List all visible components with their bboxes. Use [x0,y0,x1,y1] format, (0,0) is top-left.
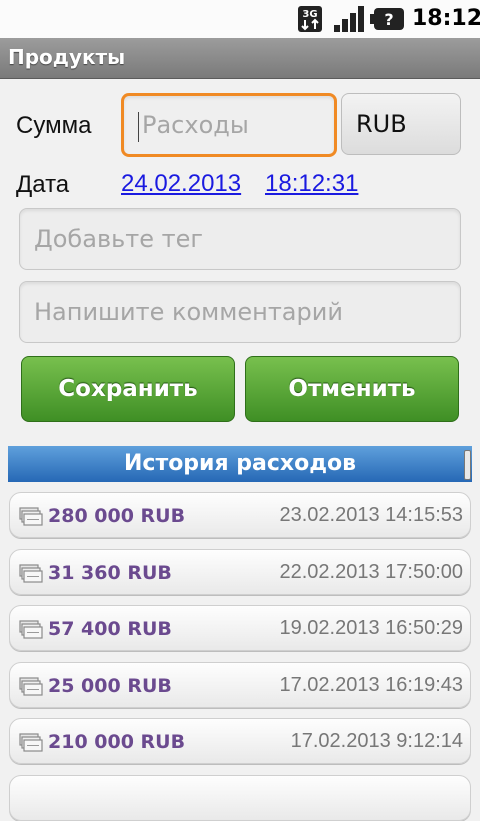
tag-input[interactable]: Добавьте тег [19,208,461,270]
history-amount: 31 360 RUB [48,562,172,584]
time-link[interactable]: 18:12:31 [265,170,358,198]
money-icon [19,733,43,752]
cancel-button[interactable]: Отменить [245,356,459,422]
amount-placeholder: Расходы [142,111,249,139]
signal-icon [334,6,364,32]
save-button[interactable]: Сохранить [21,356,235,422]
money-icon [19,677,43,696]
date-link[interactable]: 24.02.2013 [121,170,241,198]
status-bar: 3G ? 18:12 [0,0,480,38]
battery-unknown-icon: ? [370,8,404,30]
status-time: 18:12 [412,6,480,31]
money-icon [19,507,43,526]
comment-placeholder: Напишите комментарий [34,298,343,326]
history-amount: 280 000 RUB [48,505,186,527]
history-amount: 210 000 RUB [48,731,186,753]
history-datetime: 17.02.2013 16:19:43 [279,674,463,696]
amount-label: Сумма [16,112,92,139]
3g-icon: 3G [298,6,322,32]
history-row-partial[interactable] [9,775,471,821]
scrollbar[interactable] [464,450,471,480]
history-row[interactable]: 25 000 RUB 17.02.2013 16:19:43 [9,662,471,708]
svg-text:3G: 3G [302,9,317,20]
tag-placeholder: Добавьте тег [34,225,203,253]
history-row[interactable]: 57 400 RUB 19.02.2013 16:50:29 [9,605,471,651]
text-caret [138,112,139,142]
svg-text:?: ? [384,10,393,29]
history-header: История расходов [8,446,472,482]
currency-selector[interactable]: RUB [341,93,461,155]
money-icon [19,564,43,583]
history-datetime: 17.02.2013 9:12:14 [290,730,463,752]
page-title: Продукты [8,45,126,69]
history-amount: 57 400 RUB [48,618,172,640]
history-amount: 25 000 RUB [48,675,172,697]
amount-input[interactable]: Расходы [121,93,337,157]
history-row[interactable]: 31 360 RUB 22.02.2013 17:50:00 [9,549,471,595]
money-icon [19,620,43,639]
date-label: Дата [16,171,70,198]
title-bar: Продукты [0,38,480,79]
history-datetime: 22.02.2013 17:50:00 [279,561,463,583]
history-datetime: 19.02.2013 16:50:29 [279,617,463,639]
history-row[interactable]: 280 000 RUB 23.02.2013 14:15:53 [9,492,471,538]
comment-input[interactable]: Напишите комментарий [19,281,461,343]
history-row[interactable]: 210 000 RUB 17.02.2013 9:12:14 [9,718,471,764]
currency-value: RUB [356,110,407,138]
history-datetime: 23.02.2013 14:15:53 [279,504,463,526]
